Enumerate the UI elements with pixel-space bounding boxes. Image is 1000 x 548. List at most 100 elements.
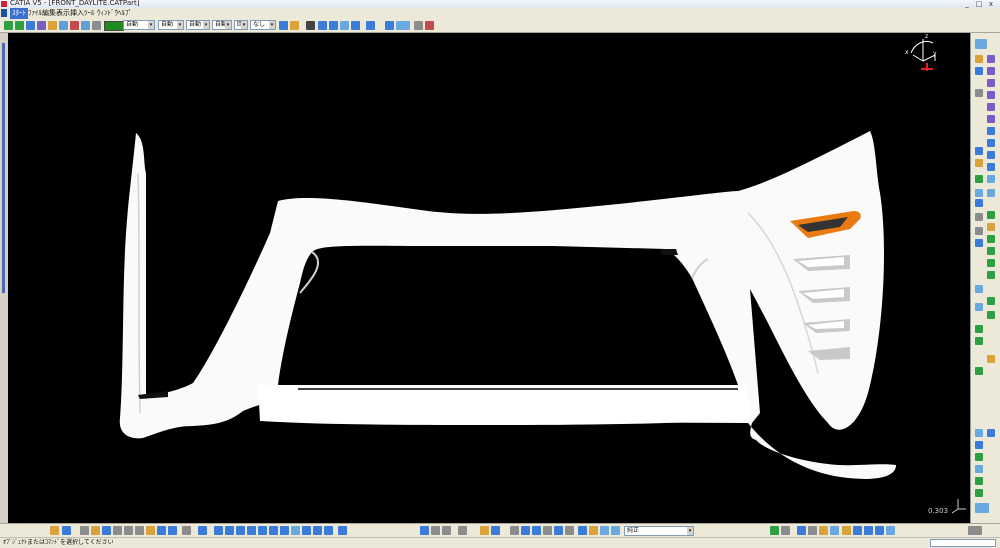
shading-icon[interactable] — [291, 526, 300, 535]
iso-view-icon[interactable] — [280, 526, 289, 535]
analysis-icon[interactable] — [975, 285, 983, 293]
circle-icon[interactable] — [987, 115, 995, 123]
image-icon[interactable] — [797, 526, 806, 535]
curve-icon[interactable] — [318, 21, 327, 30]
section-icon[interactable] — [975, 453, 983, 461]
inertia-icon[interactable] — [975, 477, 983, 485]
knowledge-icon[interactable] — [987, 297, 995, 305]
multi-view-icon[interactable] — [338, 526, 347, 535]
menu-insert[interactable]: 挿入 — [70, 8, 84, 19]
filter-icon[interactable] — [81, 21, 90, 30]
filter-combo[interactable]: 純正 ▾ — [624, 526, 694, 536]
menu-view[interactable]: 表示 — [56, 8, 70, 19]
rotate-view-icon[interactable] — [236, 526, 245, 535]
open-icon[interactable] — [91, 526, 100, 535]
display-icon[interactable] — [385, 21, 394, 30]
fill-icon[interactable] — [975, 159, 983, 167]
surface-icon[interactable] — [340, 21, 349, 30]
menu-start[interactable]: ｽﾀｰﾄ — [10, 8, 28, 19]
camera-icon[interactable] — [442, 526, 451, 535]
projection-icon[interactable] — [987, 91, 995, 99]
drop-icon[interactable] — [830, 526, 839, 535]
rotate-icon[interactable] — [987, 223, 995, 231]
axis-icon[interactable] — [62, 526, 71, 535]
move-icon[interactable] — [15, 21, 24, 30]
sketch-icon[interactable] — [26, 21, 35, 30]
curve-tool-icon[interactable] — [853, 526, 862, 535]
redo-icon[interactable] — [168, 526, 177, 535]
measure-icon[interactable] — [975, 465, 983, 473]
connect-check-icon[interactable] — [975, 325, 983, 333]
zoom-in-icon[interactable] — [247, 526, 256, 535]
offset-icon[interactable] — [987, 151, 995, 159]
table-edit-icon[interactable] — [808, 526, 817, 535]
fly-icon[interactable] — [198, 526, 207, 535]
line-icon[interactable] — [987, 67, 995, 75]
extrude-icon[interactable] — [987, 55, 995, 63]
plane-icon[interactable] — [987, 79, 995, 87]
fit-all-icon[interactable] — [214, 526, 223, 535]
menu-edit[interactable]: 編集 — [42, 8, 56, 19]
table-icon[interactable] — [565, 526, 574, 535]
spline-icon[interactable] — [351, 21, 360, 30]
node-icon[interactable] — [543, 526, 552, 535]
snap-icon[interactable] — [70, 21, 79, 30]
analysis-icon[interactable] — [396, 21, 410, 30]
maximize-button[interactable]: □ — [974, 0, 984, 8]
shape-tool-icon[interactable] — [875, 526, 884, 535]
help-icon[interactable] — [182, 526, 191, 535]
surface-display-icon[interactable] — [600, 526, 609, 535]
catalog-icon[interactable] — [987, 429, 995, 437]
swap-space-icon[interactable] — [313, 526, 322, 535]
brush-icon[interactable] — [290, 21, 299, 30]
compass[interactable]: x y z — [903, 33, 943, 73]
porcupine-icon[interactable] — [975, 337, 983, 345]
cursor-icon[interactable] — [306, 21, 315, 30]
fillet-icon[interactable] — [987, 211, 995, 219]
ruler-icon[interactable] — [770, 526, 779, 535]
photo-icon[interactable] — [458, 526, 467, 535]
menu-window[interactable]: ｳｨﾝﾄﾞｳ — [97, 8, 118, 19]
split-icon[interactable] — [987, 175, 995, 183]
layer-combo[interactable]: 回答▾ — [234, 20, 248, 30]
extrapolate-icon[interactable] — [987, 247, 995, 255]
pen-icon[interactable] — [819, 526, 828, 535]
pan-icon[interactable] — [4, 21, 13, 30]
sketch-icon[interactable] — [975, 55, 983, 63]
power-input-field[interactable] — [930, 539, 996, 547]
connect-icon[interactable] — [975, 147, 983, 155]
material-icon[interactable] — [589, 526, 598, 535]
copy-icon[interactable] — [135, 526, 144, 535]
rendering-combo[interactable]: なし ▾ — [250, 20, 276, 30]
point-icon[interactable] — [975, 67, 983, 75]
sketch-grid-icon[interactable] — [532, 526, 541, 535]
menu-file[interactable]: ﾌｧｲﾙ — [28, 8, 42, 19]
linetype-combo[interactable]: 自動 ▾ — [212, 20, 232, 30]
tools-icon[interactable] — [420, 526, 429, 535]
render-icon[interactable] — [975, 441, 983, 449]
render-tool-icon[interactable] — [886, 526, 895, 535]
datum-icon[interactable] — [521, 526, 530, 535]
sweep-icon[interactable] — [987, 163, 995, 171]
boundary-icon[interactable] — [987, 189, 995, 197]
catalog-browser-icon[interactable] — [431, 526, 440, 535]
pen-tool-icon[interactable] — [842, 526, 851, 535]
clipboard-icon[interactable] — [781, 526, 790, 535]
pan-icon[interactable] — [225, 526, 234, 535]
draft-icon[interactable] — [987, 311, 995, 319]
menu-tools[interactable]: ﾂｰﾙ — [84, 8, 95, 19]
repetition-icon[interactable] — [987, 271, 995, 279]
print-icon[interactable] — [113, 526, 122, 535]
intersection-icon[interactable] — [987, 103, 995, 111]
new-icon[interactable] — [80, 526, 89, 535]
save-icon[interactable] — [102, 526, 111, 535]
thickness-icon[interactable] — [975, 489, 983, 497]
app-menu-icon[interactable] — [1, 9, 7, 17]
surface-tool-icon[interactable] — [864, 526, 873, 535]
law-icon[interactable] — [987, 259, 995, 267]
layer-filter-icon[interactable] — [611, 526, 620, 535]
translate-icon[interactable] — [975, 213, 983, 221]
properties-icon[interactable] — [92, 21, 101, 30]
paint-icon[interactable] — [50, 526, 59, 535]
arrow-icon[interactable] — [366, 21, 375, 30]
